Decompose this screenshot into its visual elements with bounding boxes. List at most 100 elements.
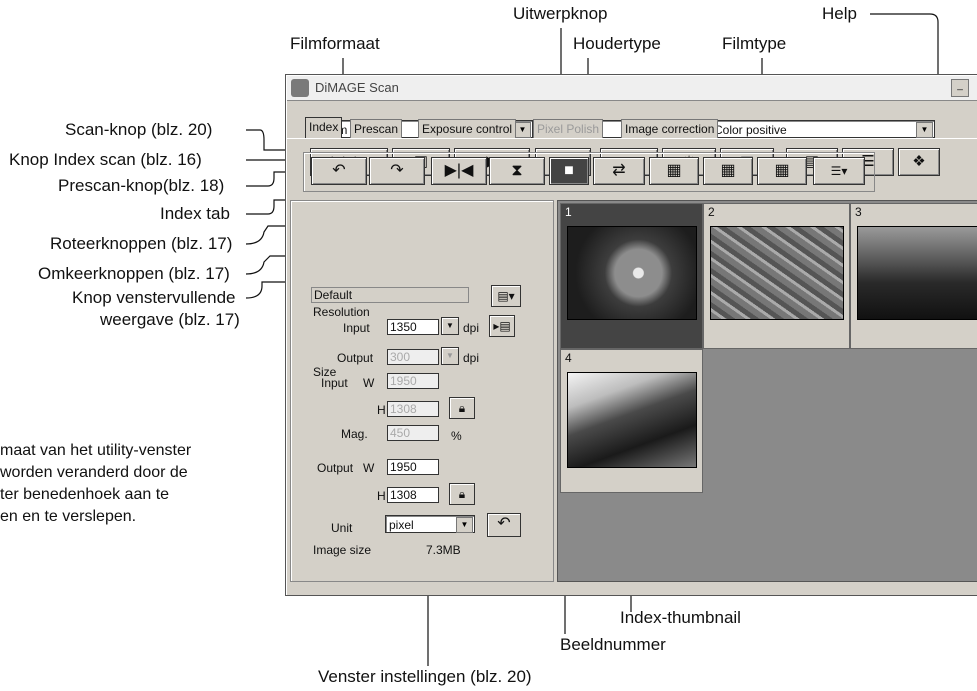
table-icon: ▦ [720,162,736,179]
apply-resolution-button[interactable]: ▸▤ [489,315,515,337]
index-frame-1[interactable]: 1 [560,203,703,349]
output-width-label: W [363,461,375,475]
input-resolution-field[interactable]: 1350 [387,319,439,335]
unit-value: pixel [389,518,414,532]
list-dropdown-icon: ☰▾ [830,164,848,178]
dpi-label: dpi [463,321,480,335]
callout-venster-1: Knop venstervullende [72,288,236,307]
frame-number: 4 [565,351,572,365]
view-menu-button[interactable]: ☰▾ [813,157,865,185]
flip-horizontal-button[interactable]: ▶|◀ [431,157,487,185]
rotate-right-icon: ↷ [390,162,404,179]
tab-index[interactable]: Index [305,117,343,139]
resolution-label: Resolution [313,305,370,319]
tab-pixel-polish: Pixel Polish [533,119,604,138]
chevron-down-icon: ▼ [446,351,454,360]
index-frame-2[interactable]: 2 [703,203,850,349]
image-size-label: Image size [313,543,372,557]
full-screen-button[interactable]: ■ [549,157,589,185]
resize-note: maat van het utility-venster worden vera… [0,442,192,525]
callout-filmtype: Filmtype [722,34,787,53]
rotate-left-icon: ↶ [332,162,346,179]
input-resolution-dropdown[interactable]: ▼ [441,317,459,335]
index-frame-3[interactable]: 3 [850,203,977,349]
output-resolution-field: 300 [387,349,439,365]
callout-index-scan: Knop Index scan (blz. 16) [9,150,202,169]
chevron-down-icon[interactable]: ▼ [514,122,531,138]
index-option-button-2[interactable]: ▦ [703,157,753,185]
frame-number: 3 [855,205,862,219]
dpi-label-2: dpi [463,351,480,365]
chevron-down-icon[interactable]: ▼ [456,517,473,533]
table-icon: ▦ [666,162,682,179]
tab-exposure-control[interactable]: Exposure control [418,119,517,138]
output-resolution-dropdown: ▼ [441,347,459,365]
index-frame-4[interactable]: 4 [560,349,703,493]
callout-prescan: Prescan-knop(blz. 18) [58,176,225,195]
table-icon: ▦ [774,162,790,179]
flip-horizontal-icon: ▶|◀ [444,162,474,179]
help-button[interactable]: ❖ [898,148,940,176]
callout-filmformaat: Filmformaat [290,34,380,53]
film-type-value: Color positive [714,123,787,137]
percent-label: % [451,429,462,443]
menu-icon: ▤▾ [497,289,515,303]
callout-venster-2: weergave (blz. 17) [100,310,240,329]
film-type-dropdown[interactable]: Color positive ▼ [710,120,935,138]
input-height-field: 1308 [387,401,439,417]
index-option-button-3[interactable]: ▦ [757,157,807,185]
preset-menu-button[interactable]: ▤▾ [491,285,521,307]
chevron-down-icon[interactable]: ▼ [916,122,933,138]
output-width-field[interactable]: 1950 [387,459,439,475]
index-thumbnail-3 [857,226,977,320]
image-size-value: 7.3MB [426,543,461,557]
title-bar[interactable]: DiMAGE Scan _ [287,76,977,101]
index-thumbnail-1 [567,226,697,320]
callout-help: Help [822,4,857,23]
callout-uitwerpknop: Uitwerpknop [513,4,608,23]
magnification-label: Mag. [341,427,368,441]
callout-houdertype: Houdertype [573,34,661,53]
index-thumbnail-4 [567,372,697,468]
frame-number: 2 [708,205,715,219]
lock-icon: 🔒︎ [458,401,466,415]
tab-image-correction[interactable]: Image correction [621,119,719,138]
swap-button[interactable]: ⇄ [593,157,645,185]
help-book-icon: ❖ [912,153,926,170]
input-height-label: H [377,403,386,417]
magnification-field: 450 [387,425,439,441]
lock-input-button[interactable]: 🔒︎ [449,397,475,419]
preset-field[interactable]: Default [311,287,469,303]
output-height-label: H [377,489,386,503]
index-thumbnail-2 [710,226,844,320]
input-resolution-label: Input [343,321,370,335]
flip-vertical-button[interactable]: ⧗ [489,157,545,185]
app-icon [291,79,309,97]
callout-instellingen: Venster instellingen (blz. 20) [318,667,532,686]
callout-thumbnail: Index-thumbnail [620,608,741,627]
unit-dropdown[interactable]: pixel ▼ [385,515,475,533]
callout-beeldnummer: Beeldnummer [560,635,666,654]
undo-icon: ↶ [497,515,511,532]
size-input-label: Input [321,376,348,390]
index-option-button-1[interactable]: ▦ [649,157,699,185]
window-title: DiMAGE Scan [315,80,399,95]
callout-omkeer: Omkeerknoppen (blz. 17) [38,264,230,283]
callout-scan: Scan-knop (blz. 20) [65,120,213,139]
index-area: 1 2 3 4 [557,200,977,582]
lock-output-button[interactable]: 🔒︎ [449,483,475,505]
output-resolution-label: Output [337,351,374,365]
full-screen-icon: ■ [564,162,574,179]
minimize-button[interactable]: _ [951,79,969,97]
tab-prescan[interactable]: Prescan [350,119,403,138]
swap-icon: ⇄ [612,162,626,179]
rotate-right-button[interactable]: ↷ [369,157,425,185]
flip-vertical-icon: ⧗ [511,162,523,179]
output-height-field[interactable]: 1308 [387,487,439,503]
rotate-left-button[interactable]: ↶ [311,157,367,185]
reset-button[interactable]: ↶ [487,513,521,537]
input-width-field: 1950 [387,373,439,389]
input-width-label: W [363,376,375,390]
lock-icon: 🔒︎ [458,487,466,501]
callout-index-tab: Index tab [160,204,230,223]
